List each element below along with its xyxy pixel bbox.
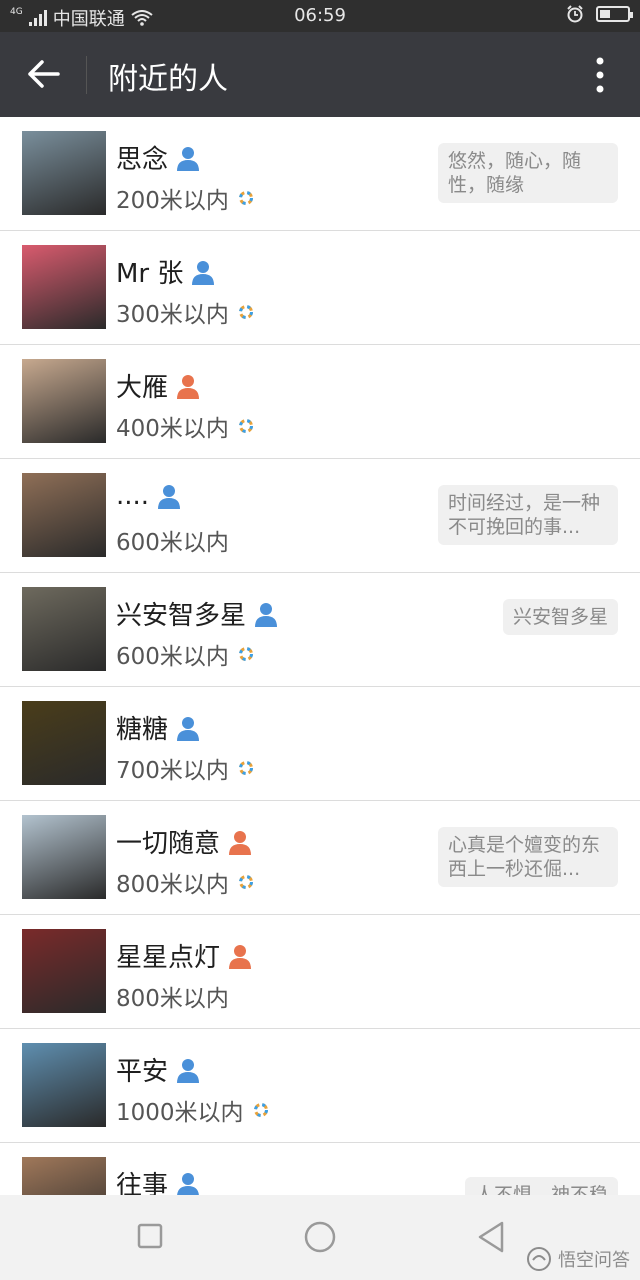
list-item[interactable]: 星星点灯 800米以内 <box>0 915 640 1029</box>
signature: 兴安智多星 <box>502 599 618 635</box>
distance: 600米以内 <box>116 530 229 556</box>
male-user-icon <box>255 602 278 627</box>
distance: 400米以内 <box>116 416 229 442</box>
distance-line: 1000米以内 <box>116 1093 268 1127</box>
user-name: 往事 <box>116 1171 169 1195</box>
female-user-icon <box>177 374 200 399</box>
user-name: Mr 张 <box>116 259 184 289</box>
toolbar: 附近的人 <box>0 32 640 117</box>
male-user-icon <box>177 1058 200 1083</box>
name-line: 兴安智多星 <box>116 595 280 632</box>
distance: 800米以内 <box>116 872 229 898</box>
moments-icon <box>238 191 253 205</box>
name-line: 平安 <box>116 1051 202 1088</box>
female-user-icon <box>229 830 252 855</box>
signature: 人不惧，神不稳 <box>464 1177 618 1195</box>
user-name: 糖糖 <box>116 715 169 745</box>
user-name: 思念 <box>116 145 169 175</box>
name-line: 大雁 <box>116 367 202 404</box>
list-item[interactable]: 往事 人不惧，神不稳 <box>0 1143 640 1195</box>
name-line: .... <box>116 481 183 511</box>
user-name: 平安 <box>116 1057 169 1087</box>
watermark-logo-icon <box>527 1247 551 1271</box>
avatar <box>22 815 106 899</box>
alarm-icon <box>567 5 583 23</box>
user-name: 一切随意 <box>116 829 221 859</box>
list-item[interactable]: 思念 200米以内 悠然，随心，随性，随缘 <box>0 117 640 231</box>
moments-icon <box>253 1103 268 1117</box>
distance: 700米以内 <box>116 758 229 784</box>
male-user-icon <box>177 1172 199 1195</box>
user-name: .... <box>116 481 150 511</box>
name-line: Mr 张 <box>116 253 217 290</box>
list-item[interactable]: 平安 1000米以内 <box>0 1029 640 1143</box>
watermark: 悟空问答 <box>526 1246 630 1272</box>
distance: 800米以内 <box>116 986 229 1012</box>
female-user-icon <box>229 944 252 969</box>
male-user-icon <box>177 146 200 171</box>
list-item[interactable]: .... 600米以内 时间经过，是一种不可挽回的事... <box>0 459 640 573</box>
nearby-people-list: 思念 200米以内 悠然，随心，随性，随缘 Mr 张 300米以内大雁 400米以内...… <box>0 117 640 1195</box>
home-icon[interactable] <box>300 1219 340 1255</box>
distance: 1000米以内 <box>116 1100 244 1126</box>
moments-icon <box>238 875 253 889</box>
avatar <box>22 245 106 329</box>
moments-icon <box>238 761 253 775</box>
user-name: 大雁 <box>116 373 169 403</box>
back-nav-icon[interactable] <box>472 1219 512 1255</box>
distance: 300米以内 <box>116 302 229 328</box>
name-line: 往事 <box>116 1165 202 1195</box>
male-user-icon <box>177 716 200 741</box>
navigation-bar: 悟空问答 <box>0 1195 640 1280</box>
watermark-text: 悟空问答 <box>558 1250 630 1271</box>
distance-line: 800米以内 <box>116 979 229 1013</box>
more-options-icon[interactable] <box>592 56 608 94</box>
distance-line: 800米以内 <box>116 865 253 899</box>
back-arrow-icon[interactable] <box>26 56 62 92</box>
distance-line: 600米以内 <box>116 637 253 671</box>
list-item[interactable]: Mr 张 300米以内 <box>0 231 640 345</box>
signature: 时间经过，是一种不可挽回的事... <box>438 485 618 545</box>
moments-icon <box>238 305 253 319</box>
name-line: 糖糖 <box>116 709 202 746</box>
battery-icon <box>596 6 633 22</box>
moments-icon <box>238 419 253 433</box>
list-item[interactable]: 大雁 400米以内 <box>0 345 640 459</box>
signature: 悠然，随心，随性，随缘 <box>438 143 618 203</box>
status-bar: 4G 中国联通 06:59 <box>0 0 640 32</box>
clock: 06:59 <box>294 5 346 26</box>
male-user-icon <box>192 260 215 285</box>
distance-line: 600米以内 <box>116 523 229 557</box>
distance-line: 200米以内 <box>116 181 253 215</box>
list-item[interactable]: 兴安智多星 600米以内 兴安智多星 <box>0 573 640 687</box>
list-item[interactable]: 糖糖 700米以内 <box>0 687 640 801</box>
toolbar-divider <box>86 56 87 94</box>
avatar <box>22 1043 106 1127</box>
male-user-icon <box>158 485 181 509</box>
avatar <box>22 131 106 215</box>
user-name: 兴安智多星 <box>116 601 247 631</box>
avatar <box>22 1157 106 1195</box>
avatar <box>22 359 106 443</box>
name-line: 思念 <box>116 139 202 176</box>
avatar <box>22 587 106 671</box>
distance-line: 400米以内 <box>116 409 253 443</box>
avatar <box>22 929 106 1013</box>
distance: 600米以内 <box>116 644 229 670</box>
name-line: 一切随意 <box>116 823 254 860</box>
signature: 心真是个嬗变的东西上一秒还倔... <box>438 827 618 887</box>
recent-apps-icon[interactable] <box>130 1219 170 1255</box>
distance-line: 300米以内 <box>116 295 253 329</box>
name-line: 星星点灯 <box>116 937 254 974</box>
page-title: 附近的人 <box>108 62 228 97</box>
distance: 200米以内 <box>116 188 229 214</box>
moments-icon <box>238 647 253 661</box>
list-item[interactable]: 一切随意 800米以内 心真是个嬗变的东西上一秒还倔... <box>0 801 640 915</box>
avatar <box>22 701 106 785</box>
user-name: 星星点灯 <box>116 943 221 973</box>
distance-line: 700米以内 <box>116 751 253 785</box>
avatar <box>22 473 106 557</box>
